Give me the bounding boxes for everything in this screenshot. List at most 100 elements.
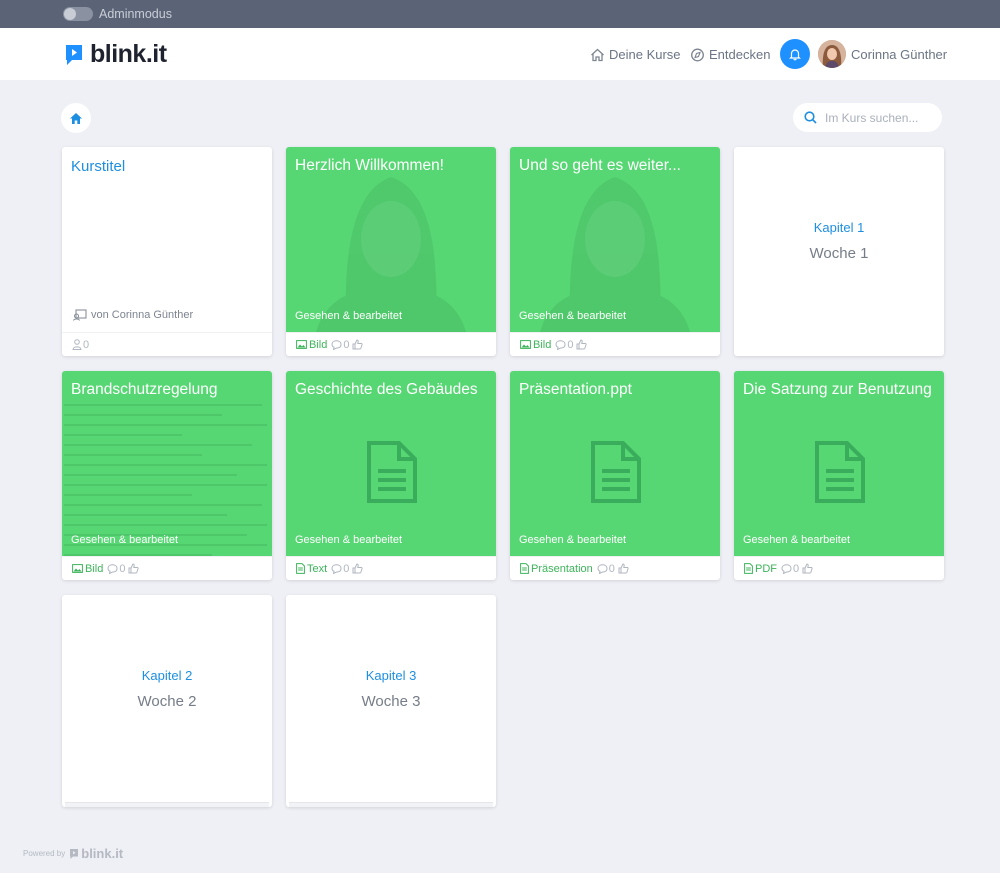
card-title: Präsentation.ppt <box>519 381 632 398</box>
nav-deine-kurse-label: Deine Kurse <box>609 47 681 62</box>
logo[interactable]: blink.it <box>64 40 167 69</box>
card-media: Brandschutzregelung Gesehen & bearbeitet <box>62 371 272 556</box>
card-status: Gesehen & bearbeitet <box>519 310 627 322</box>
comment-icon <box>331 563 342 574</box>
home-icon <box>591 48 604 61</box>
card-status: Gesehen & bearbeitet <box>743 534 851 546</box>
content-card[interactable]: Und so geht es weiter... Gesehen & bearb… <box>510 147 720 356</box>
home-icon <box>70 112 82 124</box>
comment-icon <box>107 563 118 574</box>
comments-count[interactable]: 0 <box>331 563 349 575</box>
card-footer: Text 0 <box>286 556 496 580</box>
nav-entdecken-label: Entdecken <box>709 47 771 62</box>
file-icon <box>296 563 305 574</box>
course-title: Kurstitel <box>71 158 126 175</box>
powered-by[interactable]: Powered by blink.it <box>23 846 123 861</box>
card-title: Brandschutzregelung <box>71 381 218 398</box>
like-button[interactable] <box>618 563 630 574</box>
compass-icon <box>691 48 704 61</box>
card-type: Bild <box>520 339 551 351</box>
content-card[interactable]: Geschichte des Gebäudes Gesehen & bearbe… <box>286 371 496 580</box>
powered-by-label: Powered by <box>23 849 66 858</box>
like-button[interactable] <box>576 339 588 350</box>
avatar[interactable] <box>818 40 846 68</box>
card-media: Präsentation.ppt Gesehen & bearbeitet <box>510 371 720 556</box>
thumbs-up-icon <box>128 563 140 574</box>
like-button[interactable] <box>802 563 814 574</box>
nav-deine-kurse[interactable]: Deine Kurse <box>590 47 681 62</box>
card-title: Herzlich Willkommen! <box>295 157 444 174</box>
card-title: Geschichte des Gebäudes <box>295 381 478 398</box>
card-media: Geschichte des Gebäudes Gesehen & bearbe… <box>286 371 496 556</box>
comment-icon <box>781 563 792 574</box>
logo-icon <box>66 44 82 65</box>
card-media: Und so geht es weiter... Gesehen & bearb… <box>510 147 720 332</box>
comments-count[interactable]: 0 <box>597 563 615 575</box>
thumbs-up-icon <box>352 563 363 574</box>
card-footer: Bild 0 <box>510 332 720 356</box>
card-title: Und so geht es weiter... <box>519 157 681 174</box>
like-button[interactable] <box>352 563 364 574</box>
card-media: Die Satzung zur Benutzung Gesehen & bear… <box>734 371 944 556</box>
search-input[interactable] <box>825 110 935 125</box>
bell-icon <box>789 49 801 61</box>
chapter-card[interactable]: Kapitel 1 Woche 1 <box>734 147 944 356</box>
card-footer: PDF 0 <box>734 556 944 580</box>
card-status: Gesehen & bearbeitet <box>71 534 179 546</box>
content-card[interactable]: Die Satzung zur Benutzung Gesehen & bear… <box>734 371 944 580</box>
user-name[interactable]: Corinna Günther <box>851 47 947 62</box>
chapter-label: Kapitel 3 <box>365 668 417 683</box>
chapter-card[interactable]: Kapitel 2 Woche 2 <box>62 595 272 807</box>
admin-bar: Adminmodus <box>0 0 1000 28</box>
card-status: Gesehen & bearbeitet <box>519 534 627 546</box>
card-title: Die Satzung zur Benutzung <box>743 381 932 398</box>
content-card[interactable]: Herzlich Willkommen! Gesehen & bearbeite… <box>286 147 496 356</box>
comments-count[interactable]: 0 <box>781 563 799 575</box>
user-photo-icon <box>818 40 846 68</box>
card-type: Text <box>296 563 327 575</box>
thumbs-up-icon <box>802 563 813 574</box>
comments-count[interactable]: 0 <box>107 563 125 575</box>
like-button[interactable] <box>352 339 364 350</box>
image-icon <box>296 340 307 349</box>
chapter-label: Kapitel 1 <box>813 220 865 235</box>
card-type: Bild <box>296 339 327 351</box>
course-search[interactable] <box>793 103 942 132</box>
logo-text: blink.it <box>90 40 167 68</box>
file-icon <box>744 563 753 574</box>
card-status: Gesehen & bearbeitet <box>295 534 403 546</box>
card-type: PDF <box>744 563 777 575</box>
comments-count[interactable]: 0 <box>331 339 349 351</box>
card-type: Bild <box>72 563 103 575</box>
chapter-week: Woche 3 <box>361 693 421 710</box>
image-icon <box>72 564 83 573</box>
card-footer: Bild 0 <box>286 332 496 356</box>
course-author: von Corinna Günther <box>73 309 193 321</box>
home-button[interactable] <box>61 103 91 133</box>
thumbs-up-icon <box>576 339 588 350</box>
course-title-card[interactable]: Kurstitel von Corinna Günther 0 <box>62 147 272 356</box>
thumbs-up-icon <box>352 339 364 350</box>
comments-count[interactable]: 0 <box>555 339 573 351</box>
card-type: Präsentation <box>520 563 593 575</box>
card-status: Gesehen & bearbeitet <box>295 310 403 322</box>
notifications-button[interactable] <box>780 39 810 69</box>
content-card[interactable]: Brandschutzregelung Gesehen & bearbeitet… <box>62 371 272 580</box>
admin-mode-label: Adminmodus <box>99 7 172 21</box>
comment-icon <box>331 339 342 350</box>
file-icon <box>520 563 529 574</box>
content-card[interactable]: Präsentation.ppt Gesehen & bearbeitet Pr… <box>510 371 720 580</box>
nav-entdecken[interactable]: Entdecken <box>690 47 770 62</box>
user-icon <box>72 339 82 350</box>
image-icon <box>520 340 531 349</box>
top-navigation: blink.it Deine Kurse Entdecken Corinna G… <box>0 28 1000 80</box>
chapter-week: Woche 2 <box>137 693 197 710</box>
like-button[interactable] <box>128 563 140 574</box>
participants-count: 0 <box>72 339 89 351</box>
comment-icon <box>597 563 608 574</box>
card-footer: Präsentation 0 <box>510 556 720 580</box>
chapter-card[interactable]: Kapitel 3 Woche 3 <box>286 595 496 807</box>
document-icon <box>815 441 865 503</box>
chapter-label: Kapitel 2 <box>141 668 193 683</box>
admin-mode-toggle[interactable] <box>63 7 93 21</box>
